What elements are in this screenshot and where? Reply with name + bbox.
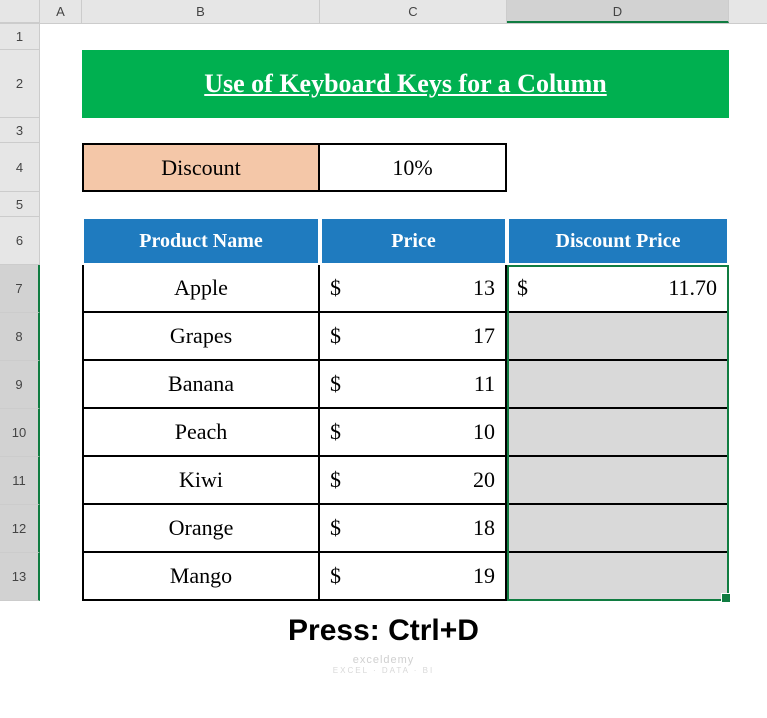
header-product: Product Name bbox=[82, 217, 320, 265]
cell-product[interactable]: Grapes bbox=[82, 313, 320, 361]
col-header-a[interactable]: A bbox=[40, 0, 82, 23]
currency-symbol: $ bbox=[330, 419, 341, 445]
cell-discount[interactable] bbox=[507, 313, 729, 361]
cell-price[interactable]: $18 bbox=[320, 505, 507, 553]
table-row: Apple $13 $11.70 bbox=[82, 265, 729, 313]
row-header-1[interactable]: 1 bbox=[0, 24, 40, 50]
table-row: Kiwi $20 bbox=[82, 457, 729, 505]
cell-product[interactable]: Banana bbox=[82, 361, 320, 409]
row-header-8[interactable]: 8 bbox=[0, 313, 40, 361]
watermark-line2: EXCEL · DATA · BI bbox=[0, 666, 767, 675]
discount-value-cell[interactable]: 10% bbox=[320, 143, 507, 192]
cell-product[interactable]: Peach bbox=[82, 409, 320, 457]
row-header-7[interactable]: 7 bbox=[0, 265, 40, 313]
header-price: Price bbox=[320, 217, 507, 265]
cell-discount[interactable] bbox=[507, 361, 729, 409]
discount-value: 11.70 bbox=[668, 275, 717, 301]
price-value: 11 bbox=[474, 371, 495, 397]
row-header-13[interactable]: 13 bbox=[0, 553, 40, 601]
cell-discount[interactable] bbox=[507, 457, 729, 505]
title-banner: Use of Keyboard Keys for a Column bbox=[82, 50, 729, 118]
table-row: Orange $18 bbox=[82, 505, 729, 553]
row-header-12[interactable]: 12 bbox=[0, 505, 40, 553]
column-headers: A B C D bbox=[0, 0, 767, 24]
currency-symbol: $ bbox=[330, 371, 341, 397]
row-header-6[interactable]: 6 bbox=[0, 217, 40, 265]
price-value: 20 bbox=[473, 467, 495, 493]
price-value: 17 bbox=[473, 323, 495, 349]
cell-discount[interactable]: $11.70 bbox=[507, 265, 729, 313]
watermark-line1: exceldemy bbox=[0, 654, 767, 666]
row-header-11[interactable]: 11 bbox=[0, 457, 40, 505]
cell-product[interactable]: Mango bbox=[82, 553, 320, 601]
price-value: 13 bbox=[473, 275, 495, 301]
table-header-row: Product Name Price Discount Price bbox=[82, 217, 729, 265]
table-row: Mango $19 bbox=[82, 553, 729, 601]
cell-discount[interactable] bbox=[507, 553, 729, 601]
col-header-b[interactable]: B bbox=[82, 0, 320, 23]
row-headers: 1 2 3 4 5 6 7 8 9 10 11 12 13 bbox=[0, 24, 40, 601]
currency-symbol: $ bbox=[517, 275, 528, 301]
col-header-c[interactable]: C bbox=[320, 0, 507, 23]
cell-product[interactable]: Orange bbox=[82, 505, 320, 553]
price-value: 10 bbox=[473, 419, 495, 445]
table-row: Peach $10 bbox=[82, 409, 729, 457]
cells-area[interactable]: Use of Keyboard Keys for a Column Discou… bbox=[40, 24, 767, 601]
cell-product[interactable]: Kiwi bbox=[82, 457, 320, 505]
row-header-9[interactable]: 9 bbox=[0, 361, 40, 409]
price-value: 19 bbox=[473, 563, 495, 589]
currency-symbol: $ bbox=[330, 563, 341, 589]
cell-price[interactable]: $19 bbox=[320, 553, 507, 601]
discount-row: Discount 10% bbox=[82, 143, 507, 192]
instruction-text: Press: Ctrl+D bbox=[0, 614, 767, 648]
cell-price[interactable]: $11 bbox=[320, 361, 507, 409]
header-discount-price: Discount Price bbox=[507, 217, 729, 265]
cell-price[interactable]: $13 bbox=[320, 265, 507, 313]
row-header-10[interactable]: 10 bbox=[0, 409, 40, 457]
row-header-5[interactable]: 5 bbox=[0, 192, 40, 217]
table-row: Grapes $17 bbox=[82, 313, 729, 361]
watermark: exceldemy EXCEL · DATA · BI bbox=[0, 654, 767, 675]
cell-discount[interactable] bbox=[507, 505, 729, 553]
table-row: Banana $11 bbox=[82, 361, 729, 409]
row-header-4[interactable]: 4 bbox=[0, 143, 40, 192]
row-header-2[interactable]: 2 bbox=[0, 50, 40, 118]
row-header-3[interactable]: 3 bbox=[0, 118, 40, 143]
currency-symbol: $ bbox=[330, 323, 341, 349]
cell-price[interactable]: $10 bbox=[320, 409, 507, 457]
discount-label: Discount bbox=[82, 143, 320, 192]
currency-symbol: $ bbox=[330, 275, 341, 301]
cell-discount[interactable] bbox=[507, 409, 729, 457]
cell-product[interactable]: Apple bbox=[82, 265, 320, 313]
select-all-corner[interactable] bbox=[0, 0, 40, 23]
data-table: Product Name Price Discount Price Apple … bbox=[82, 217, 729, 601]
col-header-d[interactable]: D bbox=[507, 0, 729, 23]
price-value: 18 bbox=[473, 515, 495, 541]
currency-symbol: $ bbox=[330, 515, 341, 541]
cell-price[interactable]: $17 bbox=[320, 313, 507, 361]
currency-symbol: $ bbox=[330, 467, 341, 493]
cell-price[interactable]: $20 bbox=[320, 457, 507, 505]
